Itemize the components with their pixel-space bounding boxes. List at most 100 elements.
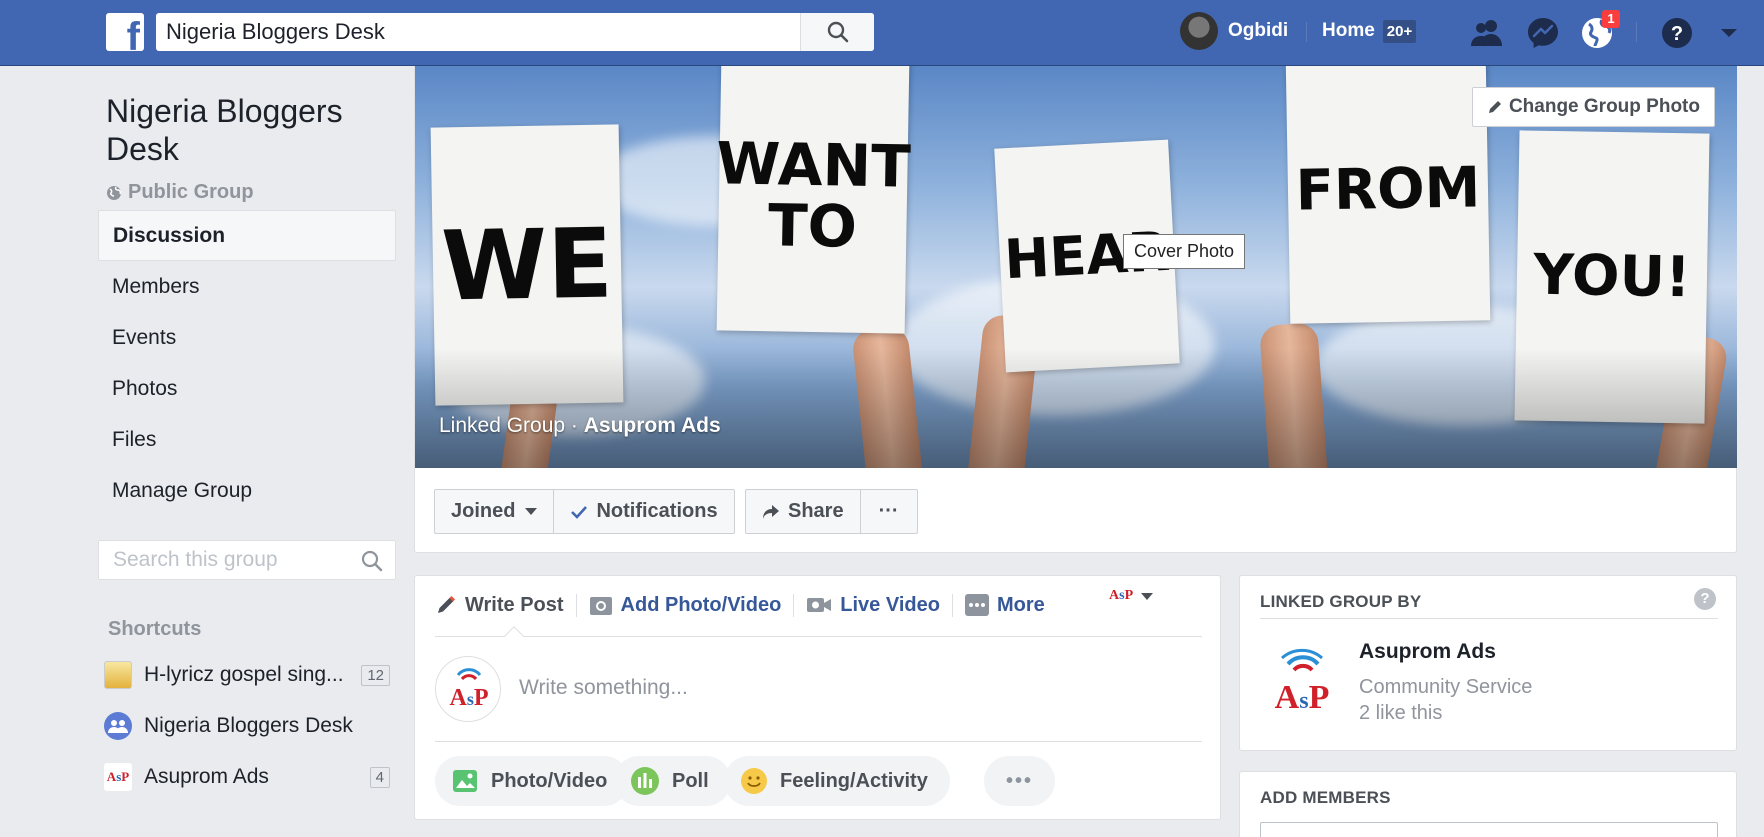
pill-label: Feeling/Activity xyxy=(780,769,928,792)
messenger-button[interactable] xyxy=(1524,14,1562,52)
shortcut-label: H-lyricz gospel sing... xyxy=(144,663,344,686)
search-button[interactable] xyxy=(800,13,874,51)
help-icon[interactable]: ? xyxy=(1694,588,1716,610)
divider xyxy=(435,741,1202,742)
svg-text:?: ? xyxy=(1671,23,1683,45)
tab-write-post[interactable]: Write Post xyxy=(435,594,576,617)
nav-item-manage-group[interactable]: Manage Group xyxy=(98,465,396,516)
poll-icon xyxy=(631,767,659,795)
pencil-icon xyxy=(438,595,456,613)
help-button[interactable]: ? xyxy=(1658,14,1696,52)
more-options-icon: ··· xyxy=(878,500,899,522)
group-title[interactable]: Nigeria Bloggers Desk xyxy=(106,92,396,168)
tab-live-video[interactable]: Live Video xyxy=(793,593,952,617)
linked-page-name[interactable]: Asuprom Ads xyxy=(1359,640,1496,664)
video-camera-icon xyxy=(807,598,832,612)
nav-item-members[interactable]: Members xyxy=(98,261,396,312)
asuprom-logo-icon: AsP xyxy=(1109,588,1134,603)
share-arrow-icon xyxy=(763,504,779,519)
notifications-button[interactable]: Notifications xyxy=(554,489,735,534)
profile-link[interactable]: Ogbidi xyxy=(1180,0,1288,62)
tab-label: Write Post xyxy=(465,593,564,616)
smiley-icon xyxy=(741,768,767,794)
more-options-icon: ••• xyxy=(1006,769,1034,792)
friend-requests-button[interactable] xyxy=(1468,14,1506,52)
photo-icon xyxy=(453,770,477,792)
search-icon[interactable] xyxy=(361,550,383,572)
shortcuts-heading: Shortcuts xyxy=(108,618,202,640)
tab-add-photo-video[interactable]: Add Photo/Video xyxy=(575,593,794,617)
linked-group-prefix: Linked Group · xyxy=(439,414,584,437)
account-menu-caret-icon xyxy=(1721,29,1737,37)
poll-button[interactable]: Poll xyxy=(614,756,731,806)
write-something-input[interactable]: Write something... xyxy=(519,676,688,700)
nav-item-events[interactable]: Events xyxy=(98,312,396,363)
post-as-selector[interactable]: AsP xyxy=(1109,588,1154,604)
share-button[interactable]: Share xyxy=(745,489,861,534)
shortcut-item[interactable]: Nigeria Bloggers Desk xyxy=(104,706,390,746)
pill-label: Poll xyxy=(672,769,709,792)
global-search-input[interactable] xyxy=(156,13,800,51)
nav-item-photos[interactable]: Photos xyxy=(98,363,396,414)
linked-group-heading: LINKED GROUP BY xyxy=(1260,592,1422,611)
asuprom-logo-icon: AsP xyxy=(449,668,489,711)
avatar: AsP xyxy=(435,656,501,722)
asuprom-logo-icon: AsP xyxy=(104,763,132,791)
divider xyxy=(1260,618,1718,619)
membership-actions: Joined Notifications xyxy=(434,489,735,534)
linked-page-category: Community Service xyxy=(1359,676,1533,698)
change-group-photo-button[interactable]: Change Group Photo xyxy=(1471,87,1715,127)
shortcut-item[interactable]: AsP Asuprom Ads 4 xyxy=(104,757,390,797)
divider xyxy=(435,636,1202,637)
help-icon: ? xyxy=(1662,18,1692,48)
sign-want-to: WANT TO xyxy=(716,66,911,334)
post-composer: Write Post Add Photo/Video Live Video Mo… xyxy=(414,575,1221,820)
shortcut-item[interactable]: H-lyricz gospel sing... 12 xyxy=(104,655,390,695)
pencil-icon xyxy=(1488,101,1501,113)
tab-more[interactable]: More xyxy=(951,593,1057,617)
search-icon xyxy=(827,21,848,43)
privacy-label: Public Group xyxy=(128,181,254,203)
cover-photo[interactable]: WE WANT TO HEAR FROM YOU! Linked Group ·… xyxy=(415,66,1737,468)
linked-group-label[interactable]: Linked Group · Asuprom Ads xyxy=(439,414,721,438)
nav-divider xyxy=(1636,22,1637,42)
friend-requests-icon xyxy=(1471,20,1502,46)
pill-label: Photo/Video xyxy=(491,769,608,792)
cover-gradient xyxy=(415,348,1737,468)
group-search-input[interactable] xyxy=(99,541,349,579)
more-options-button[interactable]: ··· xyxy=(860,489,918,534)
group-thumbnail-icon xyxy=(104,661,132,689)
joined-label: Joined xyxy=(451,500,516,522)
chevron-down-icon xyxy=(525,508,538,515)
feeling-activity-button[interactable]: Feeling/Activity xyxy=(724,756,950,806)
tab-label: Live Video xyxy=(840,593,940,616)
linked-group-name: Asuprom Ads xyxy=(583,414,721,437)
home-link[interactable]: Home 20+ xyxy=(1322,0,1417,62)
nav-item-discussion[interactable]: Discussion xyxy=(98,210,396,261)
nav-divider xyxy=(1306,22,1307,42)
svg-text:AsP: AsP xyxy=(449,685,488,711)
more-options-button[interactable]: ••• xyxy=(984,756,1056,806)
photo-video-button[interactable]: Photo/Video xyxy=(435,756,630,806)
camera-icon xyxy=(589,597,612,615)
facebook-logo-icon[interactable]: f xyxy=(106,13,144,51)
asuprom-logo-icon[interactable]: AsP xyxy=(1266,638,1338,724)
shortcut-count: 12 xyxy=(361,664,390,686)
add-members-input[interactable] xyxy=(1260,822,1718,837)
sign-from: FROM xyxy=(1285,66,1491,324)
nav-item-files[interactable]: Files xyxy=(98,414,396,465)
home-label: Home xyxy=(1322,20,1375,41)
group-navigation: Discussion Members Events Photos Files M… xyxy=(98,210,396,516)
user-name: Ogbidi xyxy=(1228,20,1289,41)
globe-icon xyxy=(107,185,122,200)
active-tab-indicator xyxy=(504,626,524,646)
notifications-label: Notifications xyxy=(596,500,718,522)
group-search xyxy=(98,540,396,580)
notifications-button[interactable]: 1 xyxy=(1578,10,1620,52)
svg-text:AsP: AsP xyxy=(1275,679,1330,716)
joined-button[interactable]: Joined xyxy=(434,489,555,534)
top-navigation-bar: f Ogbidi Home 20+ 1 ? xyxy=(0,0,1764,66)
account-menu-button[interactable] xyxy=(1710,14,1748,52)
shortcut-label: Nigeria Bloggers Desk xyxy=(144,714,353,737)
more-icon xyxy=(964,594,989,616)
